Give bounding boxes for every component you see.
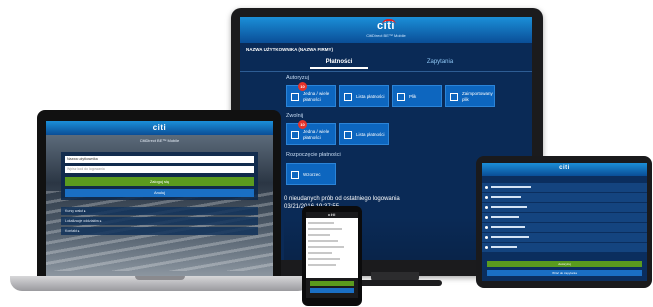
citi-logo-arc: [382, 19, 396, 25]
payments-icon: [291, 131, 299, 139]
app-header: citi: [46, 121, 273, 135]
tab-divider: [240, 71, 532, 72]
pending-count-badge: 10: [298, 82, 307, 91]
tile-release-payment-list[interactable]: Lista płatności: [339, 123, 389, 145]
menu-row-contact[interactable]: Kontakt ▸: [61, 227, 258, 235]
row-text: [491, 226, 525, 228]
list-item[interactable]: [308, 246, 344, 248]
app-subtitle: CitiDirect BE™ Mobile: [366, 33, 406, 38]
row-text: [491, 216, 519, 218]
tile-label: Lista płatności: [356, 94, 385, 99]
phone-back-button[interactable]: [310, 288, 354, 293]
authorize-button[interactable]: Autoryzuj: [487, 261, 642, 267]
tile-label: Plik: [409, 94, 417, 99]
login-button[interactable]: Zaloguj się: [65, 177, 254, 186]
row-bullet-icon: [485, 186, 488, 189]
pending-count-badge: 10: [298, 120, 307, 129]
phone-confirm-button[interactable]: [310, 281, 354, 286]
app-header: citi: [482, 163, 647, 176]
table-row[interactable]: [482, 203, 647, 213]
list-item[interactable]: [308, 228, 342, 230]
username-label: NAZWA UŻYTKOWNIKA (NAZWA FIRMY): [246, 47, 333, 52]
section-release-label: Zwolnij: [286, 113, 304, 119]
tile-label: Jedna / wiele płatności: [303, 129, 330, 140]
citi-logo: citi: [152, 123, 167, 132]
row-text: [491, 196, 521, 198]
menu-row-rates[interactable]: Kursy walut ▸: [61, 207, 258, 215]
citi-logo: citi: [559, 165, 570, 171]
table-row[interactable]: [482, 183, 647, 193]
app-header: citi CitiDirect BE™ Mobile: [240, 17, 532, 43]
back-to-inquiry-button[interactable]: Wróć do zapytania: [487, 270, 642, 276]
tile-authorize-file[interactable]: Plik: [392, 85, 442, 107]
list-icon: [344, 93, 352, 101]
row-text: [491, 236, 529, 238]
list-item[interactable]: [308, 252, 332, 254]
table-row[interactable]: [482, 233, 647, 243]
tablet-screen: citi Autoryzuj Wróć do zapytania: [482, 163, 647, 281]
monitor-base: [352, 280, 442, 286]
folder-icon: [450, 93, 458, 101]
list-item[interactable]: [308, 222, 334, 224]
table-row[interactable]: [482, 193, 647, 203]
row-text: [491, 186, 531, 188]
cancel-button[interactable]: Anuluj: [65, 189, 254, 197]
row-bullet-icon: [485, 196, 488, 199]
file-icon: [397, 93, 405, 101]
tile-authorize-imported-file[interactable]: Zaimportowany plik: [445, 85, 495, 107]
list-item[interactable]: [308, 240, 338, 242]
menu-row-branches[interactable]: Lokalizacje oddziałów ▸: [61, 217, 258, 225]
login-form: Nazwa użytkownika Wpisz kod do logowania…: [61, 152, 258, 200]
payments-list: [306, 218, 358, 278]
row-bullet-icon: [485, 216, 488, 219]
list-item[interactable]: [308, 264, 336, 266]
tile-authorize-payments[interactable]: 10 Jedna / wiele płatności: [286, 82, 336, 107]
table-row[interactable]: [482, 223, 647, 233]
tile-label: Jedna / wiele płatności: [303, 91, 330, 102]
tab-inquiries[interactable]: Zapytania: [410, 59, 470, 65]
row-text: [491, 246, 517, 248]
table-row[interactable]: [482, 243, 647, 253]
tile-label: Wzorzec: [303, 172, 321, 177]
failed-logins-text: 0 nieudanych prób od ostatniego logowani…: [284, 196, 400, 202]
payments-icon: [291, 93, 299, 101]
phone-screen: citi: [306, 212, 358, 298]
list-icon: [344, 131, 352, 139]
citi-logo: citi: [328, 212, 336, 217]
row-bullet-icon: [485, 246, 488, 249]
row-bullet-icon: [485, 226, 488, 229]
section-authorize-label: Autoryzuj: [286, 75, 309, 81]
tile-authorize-payment-list[interactable]: Lista płatności: [339, 85, 389, 107]
row-bullet-icon: [485, 236, 488, 239]
laptop-screen: citi CitiDirect BE™ Mobile Nazwa użytkow…: [46, 121, 273, 276]
row-text: [491, 206, 527, 208]
tab-payments[interactable]: Płatności: [310, 59, 368, 69]
table-row[interactable]: [482, 213, 647, 223]
section-initiate-label: Rozpoczęcie płatności: [286, 152, 341, 158]
password-field[interactable]: Wpisz kod do logowania: [65, 166, 254, 173]
username-field[interactable]: Nazwa użytkownika: [65, 156, 254, 163]
row-bullet-icon: [485, 206, 488, 209]
tile-template[interactable]: Wzorzec: [286, 163, 336, 185]
template-icon: [291, 171, 299, 179]
tile-release-payments[interactable]: 10 Jedna / wiele płatności: [286, 120, 336, 145]
list-item[interactable]: [308, 234, 330, 236]
tile-label: Lista płatności: [356, 132, 385, 137]
app-title: CitiDirect BE™ Mobile: [139, 138, 180, 143]
list-item[interactable]: [308, 258, 340, 260]
tile-label: Zaimportowany plik: [462, 91, 493, 102]
laptop-notch: [135, 276, 185, 280]
